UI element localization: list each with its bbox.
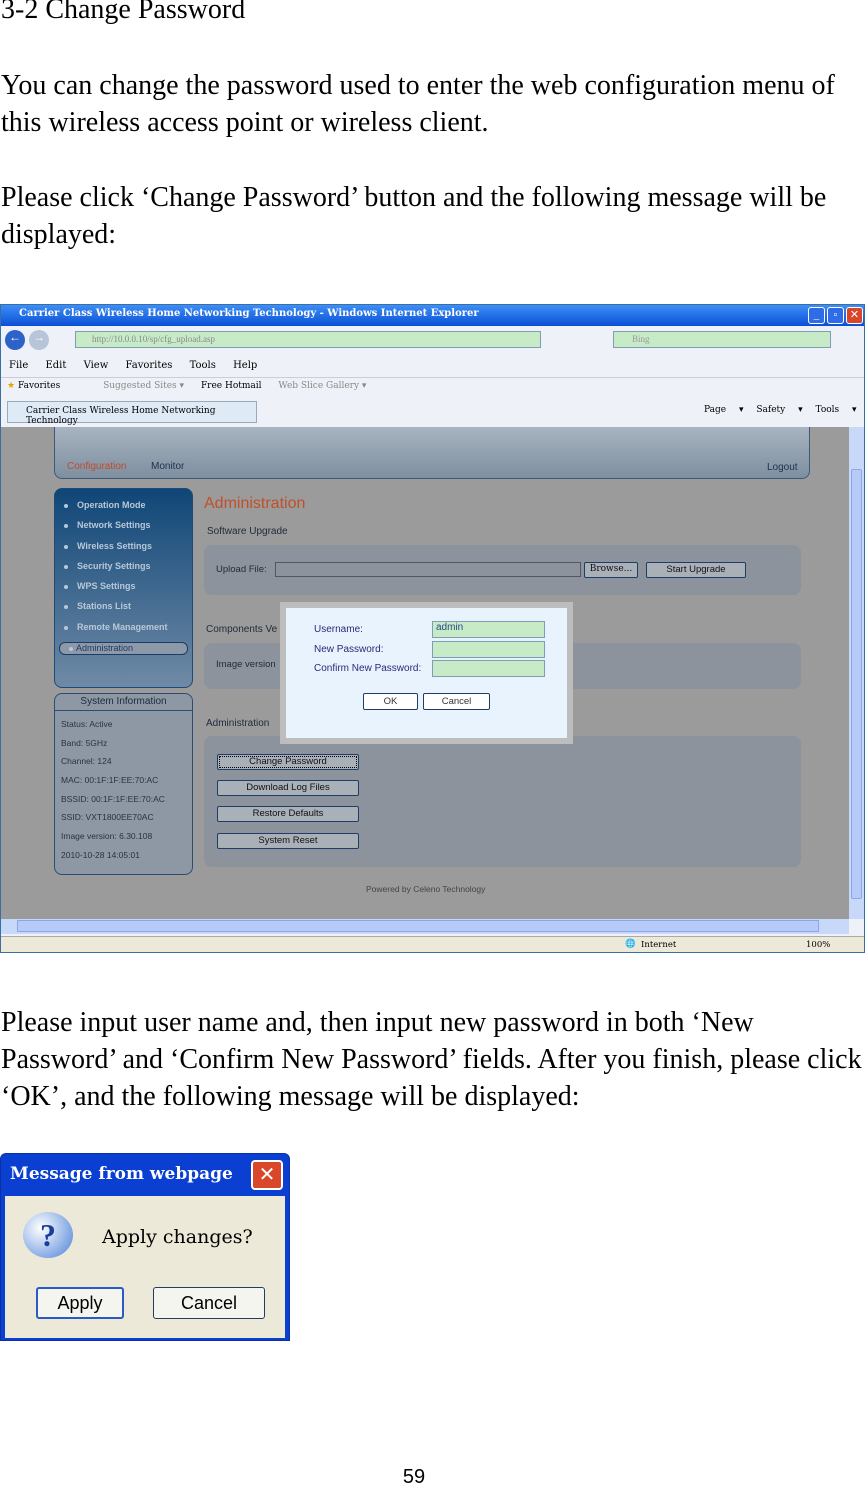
vertical-scrollbar[interactable] [849, 427, 864, 919]
favorites-button[interactable]: Favorites [18, 381, 60, 391]
sysinfo-line: MAC: 00:1F:1F:EE:70:AC [61, 775, 159, 786]
menu-file[interactable]: File [9, 360, 28, 371]
image-version-label: Image version [216, 659, 276, 670]
back-icon[interactable]: ← [5, 330, 25, 350]
start-upgrade-button[interactable]: Start Upgrade [646, 562, 746, 578]
star-icon: ★ [7, 381, 16, 391]
maximize-button[interactable]: ▫ [827, 307, 844, 324]
page-content: Configuration Monitor Logout Operation M… [1, 427, 849, 919]
horizontal-scrollbar[interactable] [1, 919, 849, 934]
free-hotmail[interactable]: Free Hotmail [201, 381, 262, 391]
tools-menu[interactable]: Tools ▾ [816, 405, 857, 415]
section-title: Components Ve [206, 624, 278, 635]
dialog-title: Message from webpage [10, 1164, 233, 1184]
cancel-button[interactable]: Cancel [423, 693, 490, 710]
page-menu[interactable]: Page ▾ [704, 405, 743, 415]
sidebar-nav: Operation Mode Network Settings Wireless… [54, 488, 193, 688]
section-title: Administration [206, 718, 270, 729]
web-slice-gallery[interactable]: Web Slice Gallery ▾ [278, 381, 366, 391]
menu-tools[interactable]: Tools [190, 360, 216, 371]
sidebar-item-administration[interactable]: Administration [59, 642, 188, 656]
admin-panel: Change Password Download Log Files Resto… [204, 736, 801, 867]
sysinfo-line: Status: Active [61, 719, 113, 729]
favorites-bar: ★ Favorites Suggested Sites ▾ Free Hotma… [1, 377, 864, 397]
upload-file-input[interactable] [275, 562, 581, 577]
paragraph: You can change the password used to ente… [1, 70, 835, 138]
search-input[interactable]: Bing [613, 331, 831, 348]
new-password-input[interactable] [432, 641, 545, 658]
command-bar: Page ▾ Safety ▾ Tools ▾ [704, 405, 857, 415]
address-bar[interactable]: http://10.0.0.10/sp/cfg_upload.asp [75, 331, 541, 348]
username-input[interactable]: admin [432, 621, 545, 638]
sidebar-item[interactable]: Security Settings [55, 561, 192, 581]
sysinfo-line: SSID: VXT1800EE70AC [61, 812, 154, 823]
suggested-sites[interactable]: Suggested Sites ▾ [103, 381, 184, 391]
app-header: Configuration Monitor Logout [54, 427, 810, 479]
browser-tab[interactable]: Carrier Class Wireless Home Networking T… [7, 401, 257, 426]
sysinfo-title: System Information [55, 694, 192, 711]
sidebar-item[interactable]: Stations List [55, 601, 192, 621]
sidebar-item[interactable]: Network Settings [55, 520, 192, 540]
page-title: Administration [204, 495, 306, 512]
sysinfo-line: Band: 5GHz [61, 737, 108, 748]
confirm-password-input[interactable] [432, 660, 545, 677]
tab-monitor[interactable]: Monitor [151, 461, 184, 472]
footer-text: Powered by Celeno Technology [366, 884, 486, 894]
dialog-message: Apply changes? [102, 1226, 253, 1248]
sidebar-item[interactable]: Remote Management [55, 622, 192, 642]
forward-icon[interactable]: → [29, 330, 49, 350]
apply-button[interactable]: Apply [36, 1287, 124, 1319]
sysinfo-line: Image version: 6.30.108 [61, 831, 153, 842]
upload-label: Upload File: [216, 564, 267, 575]
question-icon: ? [23, 1212, 73, 1258]
sidebar-item[interactable]: Wireless Settings [55, 541, 192, 561]
sysinfo-line: 2010-10-28 14:05:01 [61, 849, 140, 860]
menu-view[interactable]: View [84, 360, 109, 371]
sidebar-item[interactable]: Operation Mode [55, 500, 192, 520]
menu-favorites[interactable]: Favorites [125, 360, 172, 371]
logout-link[interactable]: Logout [767, 462, 798, 473]
tab-configuration[interactable]: Configuration [67, 461, 126, 472]
menu-help[interactable]: Help [233, 360, 257, 371]
confirm-password-label: Confirm New Password: [314, 663, 422, 674]
new-password-label: New Password: [314, 644, 384, 655]
change-password-dialog: Username: admin New Password: Confirm Ne… [280, 602, 573, 744]
close-button[interactable]: ✕ [846, 307, 863, 324]
restore-defaults-button[interactable]: Restore Defaults [217, 806, 359, 822]
sidebar-item[interactable]: WPS Settings [55, 581, 192, 601]
browse-button[interactable]: Browse... [584, 562, 638, 578]
system-information: System Information Status: Active Band: … [54, 693, 193, 875]
window-title: Carrier Class Wireless Home Networking T… [1, 305, 864, 326]
sysinfo-line: Channel: 124 [61, 756, 112, 767]
section-heading: 3-2 Change Password [1, 0, 246, 25]
username-label: Username: [314, 624, 363, 635]
globe-icon: 🌐 [625, 939, 636, 949]
menu-edit[interactable]: Edit [45, 360, 66, 371]
download-log-button[interactable]: Download Log Files [217, 780, 359, 796]
zone-text: Internet [641, 940, 677, 950]
sysinfo-line: BSSID: 00:1F:1F:EE:70:AC [61, 793, 165, 804]
menu-bar: File Edit View Favorites Tools Help [1, 357, 864, 375]
system-reset-button[interactable]: System Reset [217, 833, 359, 849]
upgrade-panel: Upload File: Browse... Start Upgrade [204, 545, 801, 595]
change-password-button[interactable]: Change Password [217, 754, 359, 770]
browser-screenshot: Carrier Class Wireless Home Networking T… [0, 304, 865, 953]
minimize-button[interactable]: _ [808, 307, 825, 324]
zoom-level[interactable]: 100% [806, 940, 830, 950]
safety-menu[interactable]: Safety ▾ [756, 405, 802, 415]
section-title: Software Upgrade [207, 526, 288, 537]
paragraph: Please input user name and, then input n… [1, 1007, 862, 1112]
ok-button[interactable]: OK [363, 693, 418, 710]
cancel-button[interactable]: Cancel [153, 1287, 265, 1319]
paragraph: Please click ‘Change Password’ button an… [1, 182, 827, 250]
status-bar: 🌐 Internet 100% [1, 936, 864, 952]
message-dialog: Message from webpage ✕ ? Apply changes? … [0, 1153, 290, 1341]
close-icon[interactable]: ✕ [251, 1160, 283, 1190]
